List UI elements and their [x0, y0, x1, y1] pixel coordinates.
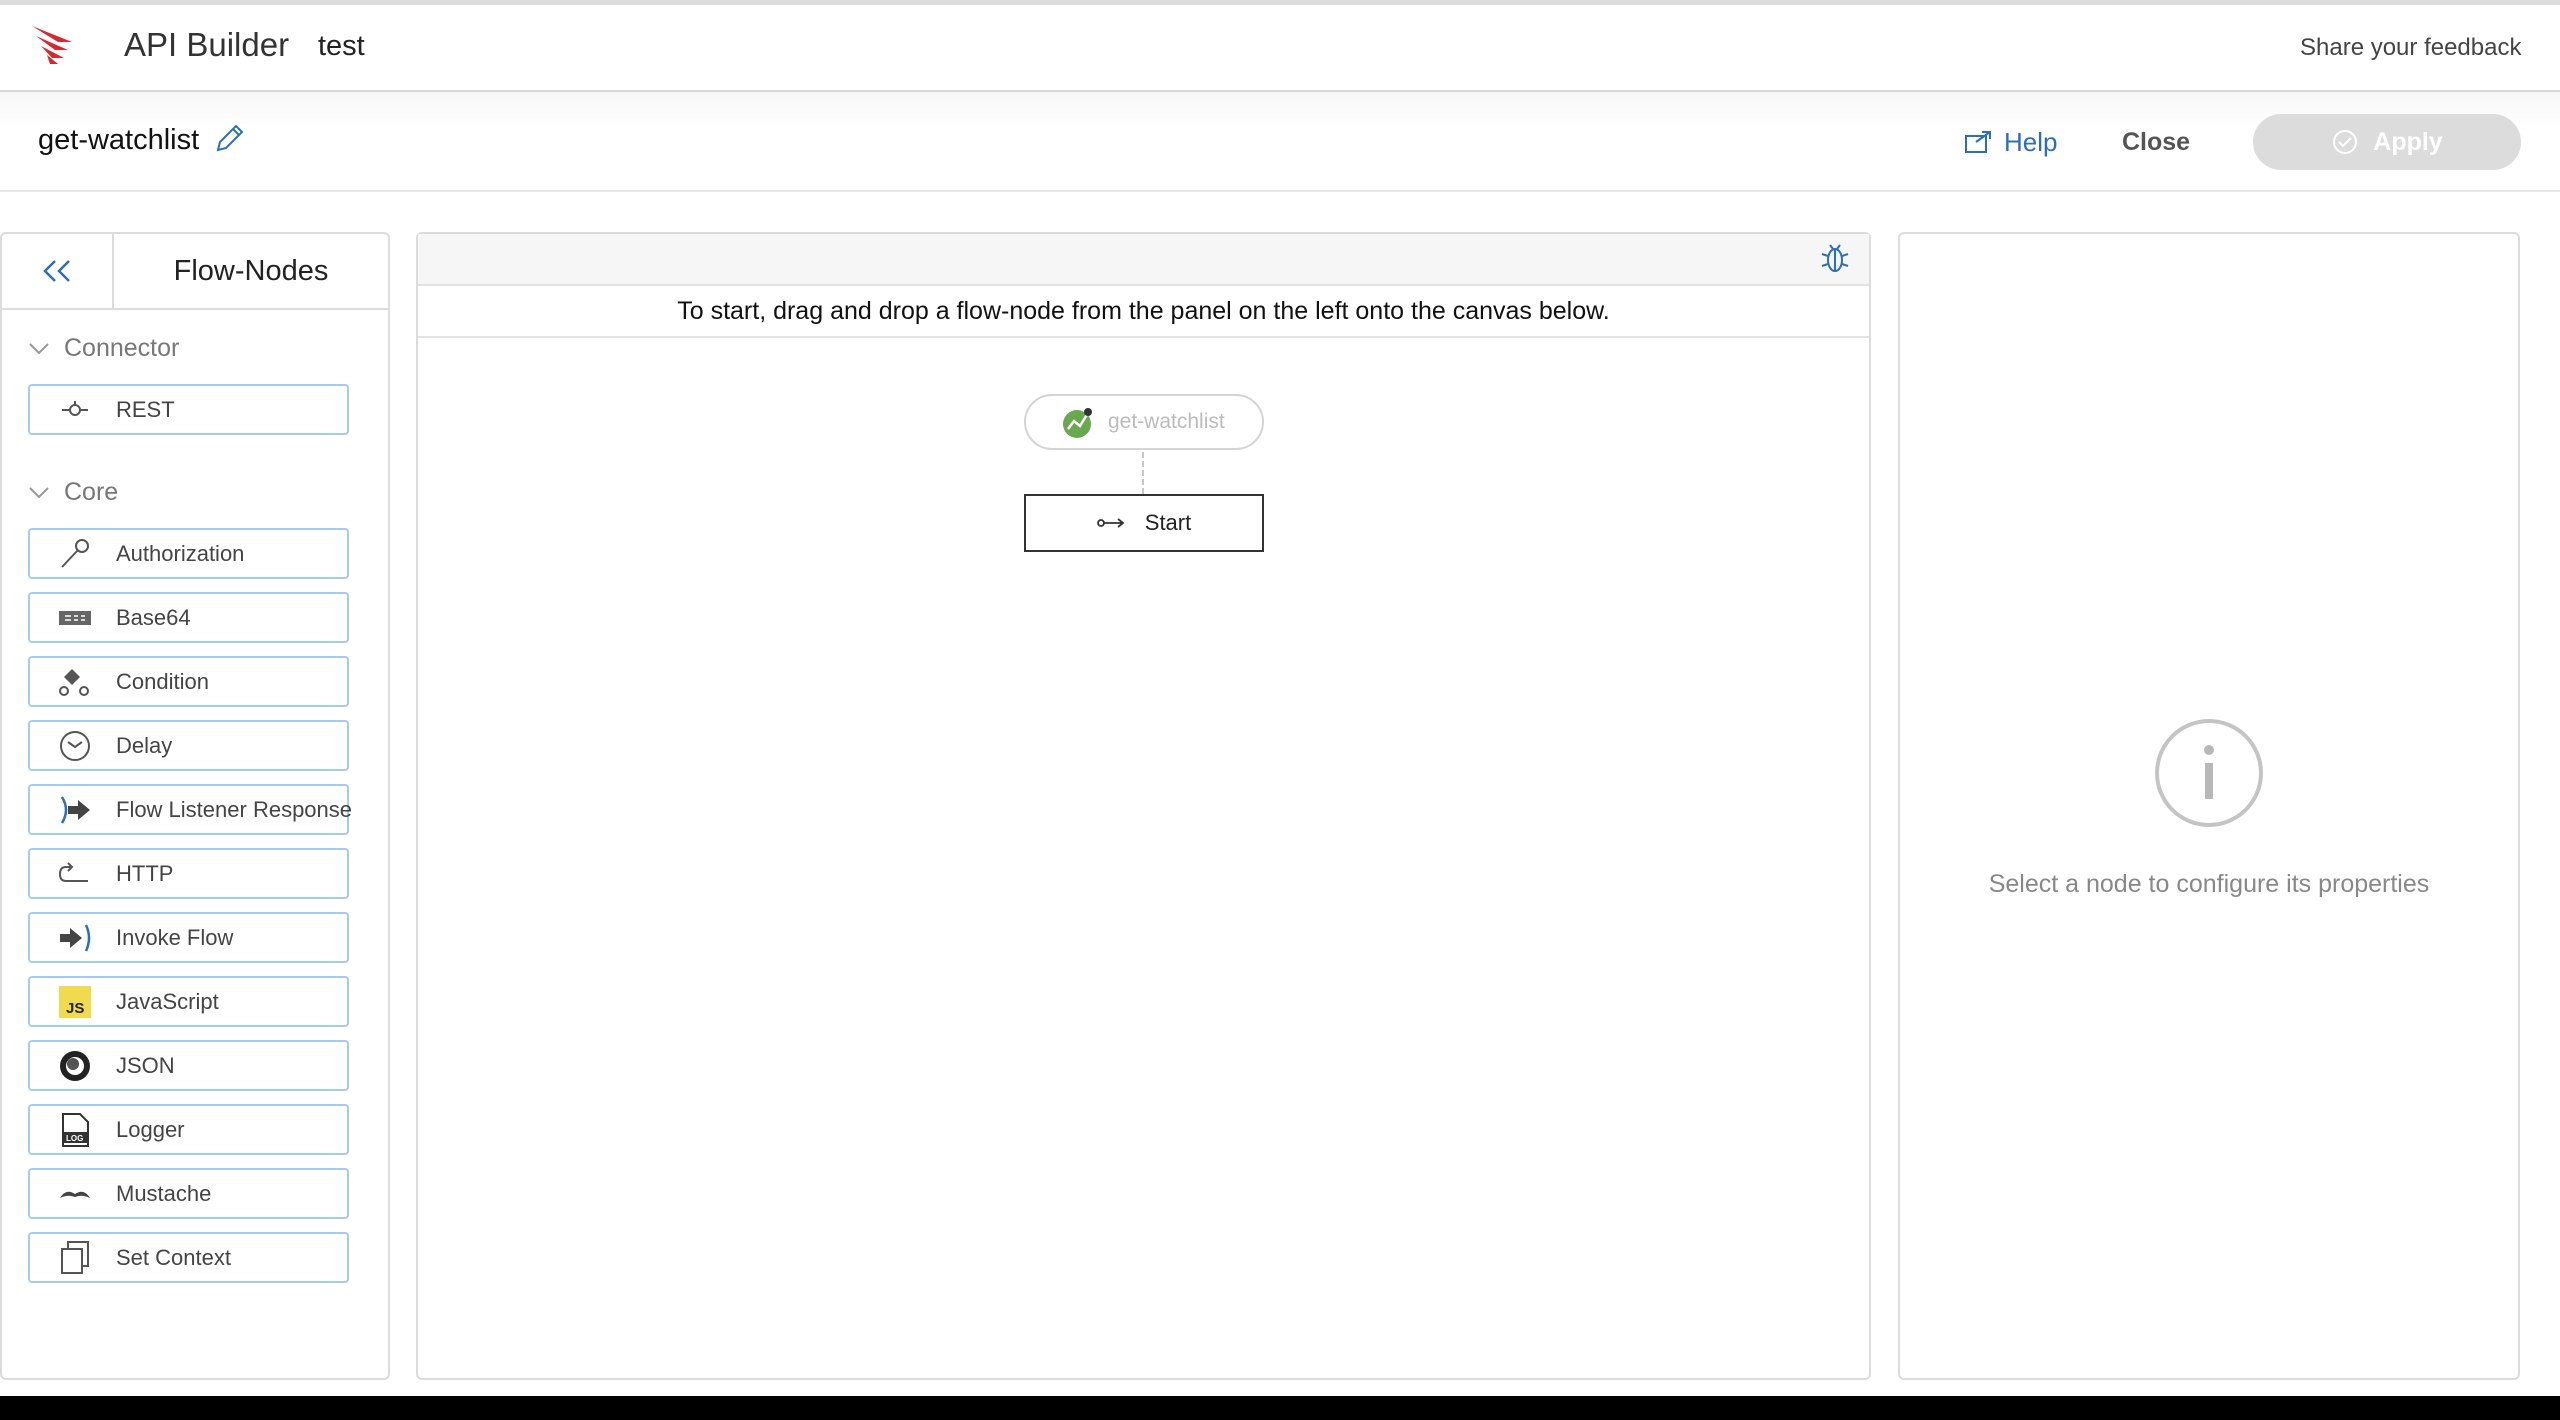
node-connector-line — [1142, 452, 1144, 494]
chevron-down-icon — [29, 486, 49, 498]
project-name: test — [318, 30, 365, 62]
help-button[interactable]: Help — [1964, 124, 2057, 160]
properties-empty-hint: Select a node to configure its propertie… — [1988, 870, 2430, 898]
flow-listener-response-icon — [60, 795, 90, 824]
node-authorization[interactable]: Authorization — [28, 528, 349, 579]
node-label: Condition — [116, 668, 209, 694]
node-javascript[interactable]: JS JavaScript — [28, 976, 349, 1027]
window-bottom-edge — [0, 1396, 2560, 1420]
node-label: JavaScript — [116, 988, 219, 1014]
apply-button[interactable]: Apply — [2253, 114, 2521, 170]
mustache-icon — [60, 1191, 90, 1198]
set-context-icon — [61, 1240, 89, 1274]
node-label: JSON — [116, 1052, 175, 1078]
flow-node-label: get-watchlist — [1108, 410, 1225, 433]
json-icon — [60, 1050, 90, 1081]
palette-title: Flow-Nodes — [114, 234, 388, 310]
pencil-edit-icon[interactable] — [212, 122, 246, 156]
node-label: Set Context — [116, 1244, 231, 1270]
http-icon — [58, 861, 88, 882]
logger-icon: LOG — [62, 1112, 89, 1147]
node-label: Mustache — [116, 1180, 212, 1206]
invoke-flow-icon — [60, 923, 91, 952]
node-label: Base64 — [116, 604, 191, 630]
apply-label: Apply — [2373, 127, 2443, 156]
node-delay[interactable]: Delay — [28, 720, 349, 771]
node-set-context[interactable]: Set Context — [28, 1232, 349, 1283]
share-feedback-link[interactable]: Share your feedback — [2300, 34, 2521, 62]
app-header — [0, 0, 2560, 92]
group-core-toggle[interactable]: Core — [28, 478, 118, 507]
check-circle-icon — [2333, 130, 2358, 154]
node-label: Authorization — [116, 540, 245, 566]
node-invoke-flow[interactable]: Invoke Flow — [28, 912, 349, 963]
node-base64[interactable]: Base64 — [28, 592, 349, 643]
canvas-toolbar — [418, 234, 1869, 286]
node-json[interactable]: JSON — [28, 1040, 349, 1091]
node-label: REST — [116, 396, 175, 422]
info-icon — [2155, 719, 2263, 827]
key-icon — [61, 538, 89, 568]
node-label: HTTP — [116, 860, 174, 886]
chevron-down-icon — [29, 342, 49, 354]
node-condition[interactable]: Condition — [28, 656, 349, 707]
flow-trigger-node[interactable]: get-watchlist — [1024, 394, 1264, 450]
start-connector-icon — [1096, 518, 1125, 528]
svg-text:JS: JS — [66, 1000, 84, 1017]
close-button[interactable]: Close — [2122, 128, 2190, 157]
bug-debug-icon[interactable] — [1818, 240, 1852, 276]
app-title: API Builder — [124, 26, 290, 63]
node-label: Logger — [116, 1116, 185, 1142]
flow-name: get-watchlist — [38, 124, 200, 156]
node-rest[interactable]: REST — [28, 384, 349, 435]
double-chevron-left-icon — [43, 260, 70, 282]
node-http[interactable]: HTTP — [28, 848, 349, 899]
node-flow-listener-response[interactable]: Flow Listener Response — [28, 784, 353, 835]
help-label: Help — [2004, 126, 2058, 157]
clock-icon — [60, 730, 90, 761]
rest-icon — [62, 400, 88, 416]
javascript-icon: JS — [59, 985, 91, 1018]
start-node[interactable]: Start — [1024, 494, 1264, 552]
flow-node-icon — [1063, 408, 1092, 438]
start-label: Start — [1144, 510, 1192, 535]
external-link-icon — [1965, 131, 1991, 153]
group-connector-toggle[interactable]: Connector — [28, 334, 179, 363]
node-label: Delay — [116, 732, 173, 758]
condition-icon — [59, 668, 89, 696]
base64-icon — [59, 610, 91, 625]
group-label: Connector — [64, 334, 180, 362]
svg-text:LOG: LOG — [66, 1134, 83, 1143]
node-mustache[interactable]: Mustache — [28, 1168, 349, 1219]
group-label: Core — [64, 478, 119, 506]
node-logger[interactable]: LOG Logger — [28, 1104, 349, 1155]
canvas-hint: To start, drag and drop a flow-node from… — [418, 286, 1869, 338]
node-label: Flow Listener Response — [116, 796, 353, 822]
api-builder-logo-icon[interactable] — [28, 20, 78, 70]
node-label: Invoke Flow — [116, 924, 234, 950]
collapse-panel-button[interactable] — [2, 234, 114, 310]
